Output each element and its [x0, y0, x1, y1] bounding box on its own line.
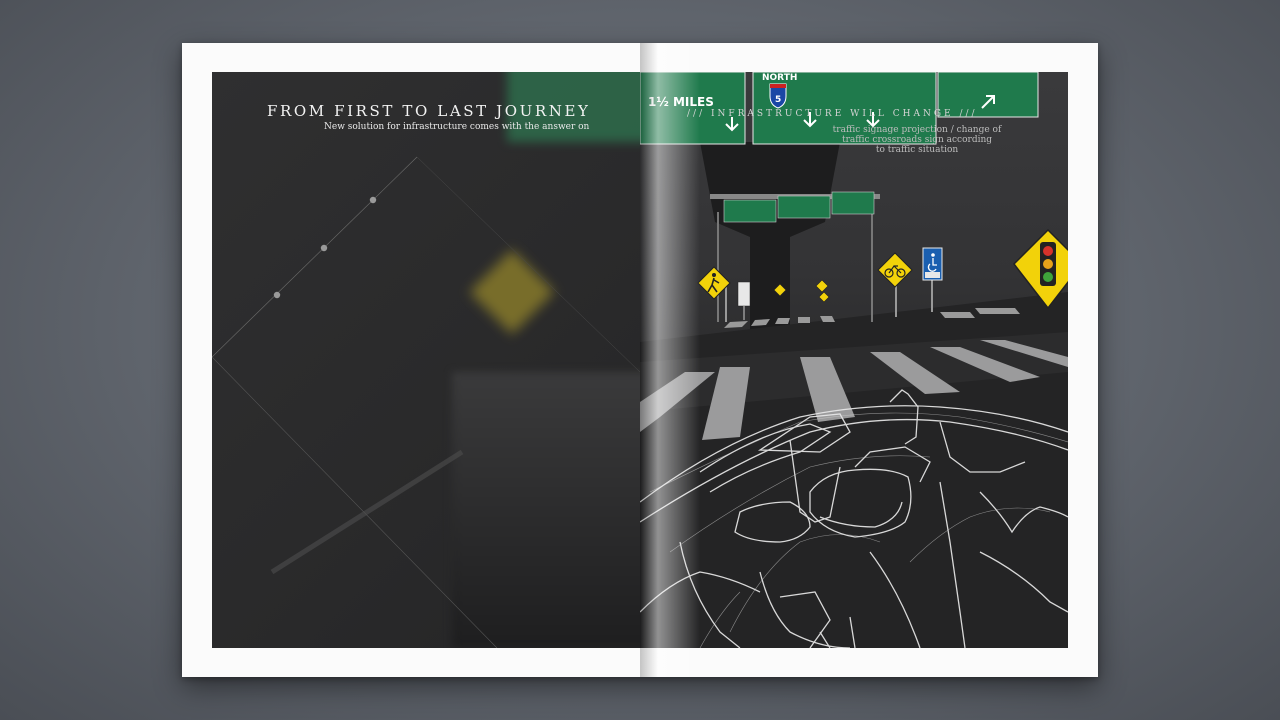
regulatory-sign — [737, 281, 751, 307]
left-decoration — [212, 156, 640, 648]
small-warning-sign — [818, 291, 830, 303]
caption-line: traffic signage projection / change of — [832, 125, 1002, 135]
spread-title: FROM FIRST TO LAST JOURNEY — [267, 102, 591, 120]
small-warning-sign — [815, 279, 829, 293]
magazine-spread: 1½ MILES NORTH 5 FROM FIRST TO LAST JOUR… — [182, 43, 1098, 677]
spread-subtitle: New solution for infrastructure comes wi… — [324, 122, 590, 132]
gantry-sign — [831, 191, 875, 215]
caption-line: to traffic situation — [875, 145, 959, 155]
right-page-heading: /// INFRASTRUCTURE WILL CHANGE /// — [687, 109, 978, 119]
interstate-shield-icon: 5 — [769, 83, 787, 109]
road-scene: 1½ MILES NORTH 5 — [640, 72, 1068, 648]
gantry-sign — [723, 199, 777, 223]
dot-marker — [273, 291, 281, 299]
route-number: 5 — [775, 95, 781, 105]
gantry-sign — [777, 195, 831, 219]
right-page-caption: traffic signage projection / change of t… — [832, 125, 1002, 155]
spread-artwork: 1½ MILES NORTH 5 FROM FIRST TO LAST JOUR… — [212, 72, 1068, 648]
bicycle-sign-icon — [877, 252, 913, 288]
accessible-parking-sign-icon — [922, 247, 943, 281]
distance-label: 1½ MILES — [648, 95, 714, 109]
direction-label: NORTH — [762, 73, 797, 83]
dot-marker — [369, 196, 377, 204]
dot-marker — [320, 244, 328, 252]
caption-line: traffic crossroads sign according — [841, 135, 993, 145]
